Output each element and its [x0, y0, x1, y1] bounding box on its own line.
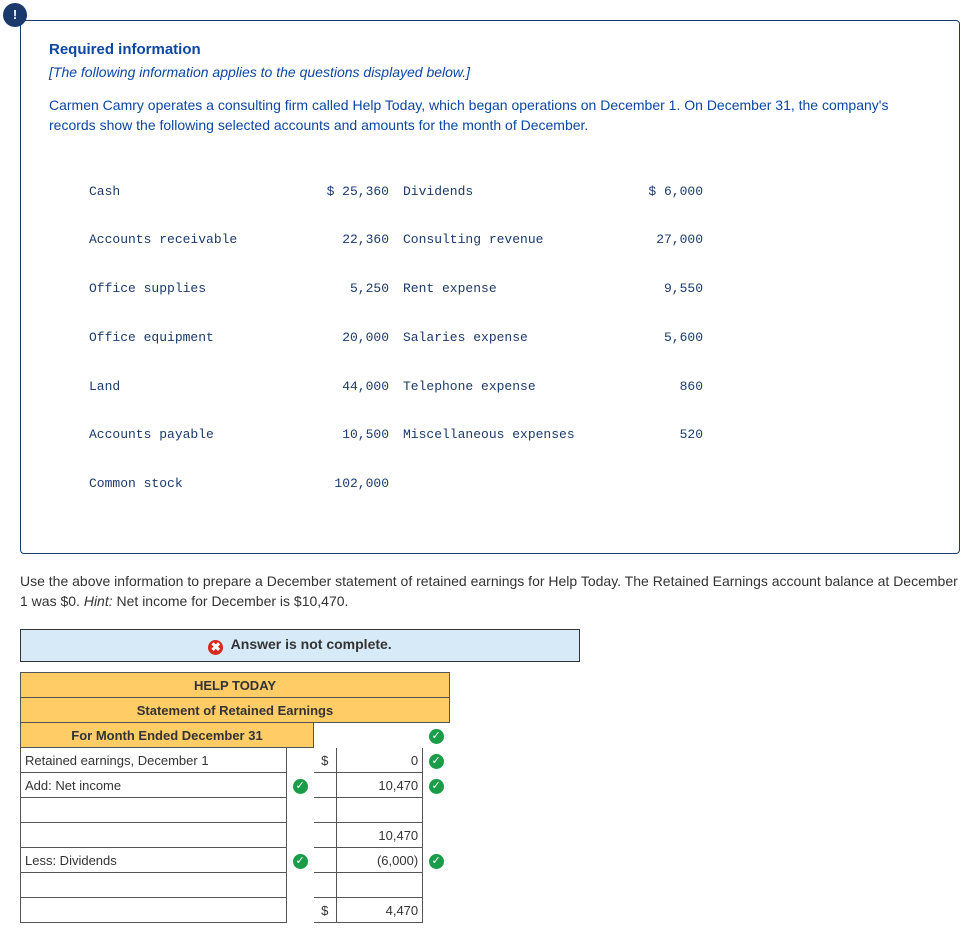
info-icon: ! — [3, 3, 27, 27]
accounts-row: Accounts receivable 22,360 Consulting re… — [89, 232, 931, 248]
line-label[interactable] — [21, 823, 287, 848]
line-label[interactable] — [21, 873, 287, 898]
check-icon: ✓ — [429, 779, 444, 794]
stmt-title: Statement of Retained Earnings — [21, 698, 450, 723]
narrative: Carmen Camry operates a consulting firm … — [49, 96, 931, 135]
stmt-period: For Month Ended December 31 — [21, 723, 314, 748]
table-row — [21, 798, 450, 823]
amount-cell: 4,470 — [336, 898, 423, 923]
check-icon: ✓ — [429, 729, 444, 744]
amount-cell[interactable]: 10,470 — [336, 773, 423, 798]
accounts-table: Cash $ 25,360 Dividends $ 6,000 Accounts… — [89, 151, 931, 525]
table-row: Retained earnings, December 1 $ 0 ✓ — [21, 748, 450, 773]
accounts-row: Land 44,000 Telephone expense 860 — [89, 379, 931, 395]
table-row: Add: Net income ✓ 10,470 ✓ — [21, 773, 450, 798]
table-row: $ 4,470 — [21, 898, 450, 923]
answer-status-text: Answer is not complete. — [231, 636, 392, 652]
dollar-sign: $ — [313, 748, 336, 773]
line-label[interactable]: Add: Net income — [21, 773, 287, 798]
check-icon: ✓ — [429, 854, 444, 869]
line-label[interactable] — [21, 898, 287, 923]
amount-cell[interactable] — [336, 873, 423, 898]
line-label[interactable]: Less: Dividends — [21, 848, 287, 873]
statement-table: HELP TODAY Statement of Retained Earning… — [20, 672, 450, 923]
table-row — [21, 873, 450, 898]
amount-cell[interactable] — [336, 798, 423, 823]
line-label[interactable]: Retained earnings, December 1 — [21, 748, 287, 773]
accounts-row: Office equipment 20,000 Salaries expense… — [89, 330, 931, 346]
answer-area: ✖ Answer is not complete. HELP TODAY Sta… — [20, 629, 580, 923]
stmt-company: HELP TODAY — [21, 673, 450, 698]
amount-cell[interactable]: (6,000) — [336, 848, 423, 873]
amount-cell: 10,470 — [336, 823, 423, 848]
line-label[interactable] — [21, 798, 287, 823]
instruction-text: Use the above information to prepare a D… — [20, 572, 960, 611]
required-information-heading: Required information — [49, 41, 931, 58]
accounts-row: Cash $ 25,360 Dividends $ 6,000 — [89, 184, 931, 200]
check-icon: ✓ — [293, 779, 308, 794]
check-icon: ✓ — [429, 754, 444, 769]
table-row: 10,470 — [21, 823, 450, 848]
amount-cell[interactable]: 0 — [336, 748, 423, 773]
accounts-row: Accounts payable 10,500 Miscellaneous ex… — [89, 427, 931, 443]
problem-box: ! Required information [The following in… — [20, 20, 960, 554]
accounts-row: Office supplies 5,250 Rent expense 9,550 — [89, 281, 931, 297]
cross-icon: ✖ — [208, 640, 223, 655]
check-icon: ✓ — [293, 854, 308, 869]
dollar-sign: $ — [313, 898, 336, 923]
answer-status-banner: ✖ Answer is not complete. — [20, 629, 580, 662]
accounts-row: Common stock 102,000 — [89, 476, 931, 492]
table-row: Less: Dividends ✓ (6,000) ✓ — [21, 848, 450, 873]
bracket-note: [The following information applies to th… — [49, 64, 931, 80]
